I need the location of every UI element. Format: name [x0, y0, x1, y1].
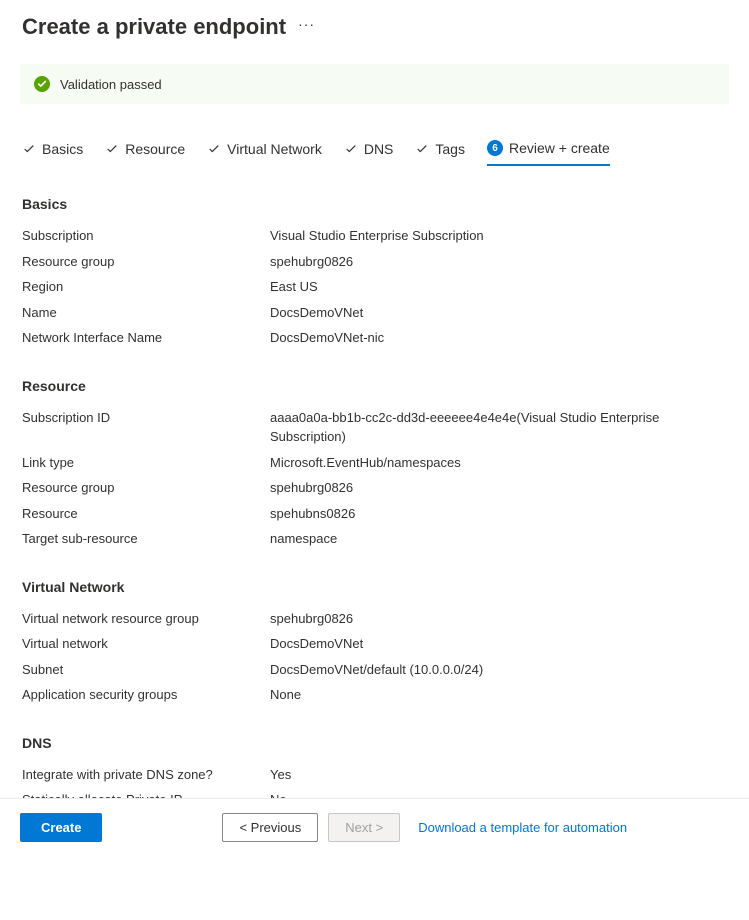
checkmark-icon: [207, 142, 221, 156]
tab-label: Resource: [125, 141, 185, 157]
field-row: Integrate with private DNS zone? Yes: [22, 765, 727, 785]
field-row: Subnet DocsDemoVNet/default (10.0.0.0/24…: [22, 660, 727, 680]
validation-message: Validation passed: [60, 77, 162, 92]
tab-dns[interactable]: DNS: [344, 140, 394, 166]
field-value: Visual Studio Enterprise Subscription: [270, 226, 484, 246]
checkmark-icon: [22, 142, 36, 156]
field-row: Network Interface Name DocsDemoVNet-nic: [22, 328, 727, 348]
tab-review-create[interactable]: 6 Review + create: [487, 140, 610, 166]
tab-virtual-network[interactable]: Virtual Network: [207, 140, 322, 166]
tab-label: Tags: [435, 141, 465, 157]
field-label: Virtual network: [22, 634, 270, 654]
field-value: spehubrg0826: [270, 609, 353, 629]
field-row: Link type Microsoft.EventHub/namespaces: [22, 453, 727, 473]
more-icon[interactable]: ···: [298, 16, 315, 38]
field-value: East US: [270, 277, 318, 297]
field-value: spehubrg0826: [270, 478, 353, 498]
field-row: Resource group spehubrg0826: [22, 252, 727, 272]
validation-banner: Validation passed: [20, 64, 729, 104]
section-title: DNS: [22, 735, 727, 751]
field-label: Virtual network resource group: [22, 609, 270, 629]
field-row: Subscription Visual Studio Enterprise Su…: [22, 226, 727, 246]
field-value: DocsDemoVNet-nic: [270, 328, 384, 348]
page-header: Create a private endpoint ···: [0, 0, 749, 48]
field-value: Microsoft.EventHub/namespaces: [270, 453, 461, 473]
field-label: Subnet: [22, 660, 270, 680]
field-label: Name: [22, 303, 270, 323]
field-value: Yes: [270, 765, 291, 785]
field-row: Resource group spehubrg0826: [22, 478, 727, 498]
field-value: spehubns0826: [270, 504, 355, 524]
field-label: Resource group: [22, 252, 270, 272]
success-icon: [34, 76, 50, 92]
page-title: Create a private endpoint: [22, 14, 286, 40]
field-row: Target sub-resource namespace: [22, 529, 727, 549]
field-value: aaaa0a0a-bb1b-cc2c-dd3d-eeeeee4e4e4e(Vis…: [270, 408, 727, 447]
wizard-footer: Create < Previous Next > Download a temp…: [0, 798, 749, 856]
tab-basics[interactable]: Basics: [22, 140, 83, 166]
field-label: Target sub-resource: [22, 529, 270, 549]
field-row: Virtual network resource group spehubrg0…: [22, 609, 727, 629]
tab-resource[interactable]: Resource: [105, 140, 185, 166]
field-label: Subscription ID: [22, 408, 270, 447]
create-button[interactable]: Create: [20, 813, 102, 842]
field-value: None: [270, 685, 301, 705]
checkmark-icon: [415, 142, 429, 156]
field-value: namespace: [270, 529, 337, 549]
field-label: Network Interface Name: [22, 328, 270, 348]
section-basics: Basics Subscription Visual Studio Enterp…: [22, 196, 727, 348]
field-label: Link type: [22, 453, 270, 473]
previous-button[interactable]: < Previous: [222, 813, 318, 842]
next-button: Next >: [328, 813, 400, 842]
tab-label: Virtual Network: [227, 141, 322, 157]
field-row: Name DocsDemoVNet: [22, 303, 727, 323]
field-label: Region: [22, 277, 270, 297]
field-value: spehubrg0826: [270, 252, 353, 272]
section-resource: Resource Subscription ID aaaa0a0a-bb1b-c…: [22, 378, 727, 549]
field-row: Subscription ID aaaa0a0a-bb1b-cc2c-dd3d-…: [22, 408, 727, 447]
step-number-badge: 6: [487, 140, 503, 156]
tab-label: DNS: [364, 141, 394, 157]
download-template-link[interactable]: Download a template for automation: [418, 820, 627, 835]
checkmark-icon: [105, 142, 119, 156]
field-label: Application security groups: [22, 685, 270, 705]
wizard-tabs: Basics Resource Virtual Network DNS Tags…: [0, 140, 749, 166]
field-value: DocsDemoVNet: [270, 634, 363, 654]
field-value: DocsDemoVNet: [270, 303, 363, 323]
section-title: Virtual Network: [22, 579, 727, 595]
field-label: Subscription: [22, 226, 270, 246]
field-row: Region East US: [22, 277, 727, 297]
field-row: Resource spehubns0826: [22, 504, 727, 524]
checkmark-icon: [344, 142, 358, 156]
field-label: Integrate with private DNS zone?: [22, 765, 270, 785]
tab-label: Basics: [42, 141, 83, 157]
section-title: Basics: [22, 196, 727, 212]
tab-tags[interactable]: Tags: [415, 140, 465, 166]
field-label: Resource: [22, 504, 270, 524]
field-label: Resource group: [22, 478, 270, 498]
section-virtual-network: Virtual Network Virtual network resource…: [22, 579, 727, 705]
field-row: Virtual network DocsDemoVNet: [22, 634, 727, 654]
field-row: Application security groups None: [22, 685, 727, 705]
tab-label: Review + create: [509, 140, 610, 156]
section-title: Resource: [22, 378, 727, 394]
field-value: DocsDemoVNet/default (10.0.0.0/24): [270, 660, 483, 680]
